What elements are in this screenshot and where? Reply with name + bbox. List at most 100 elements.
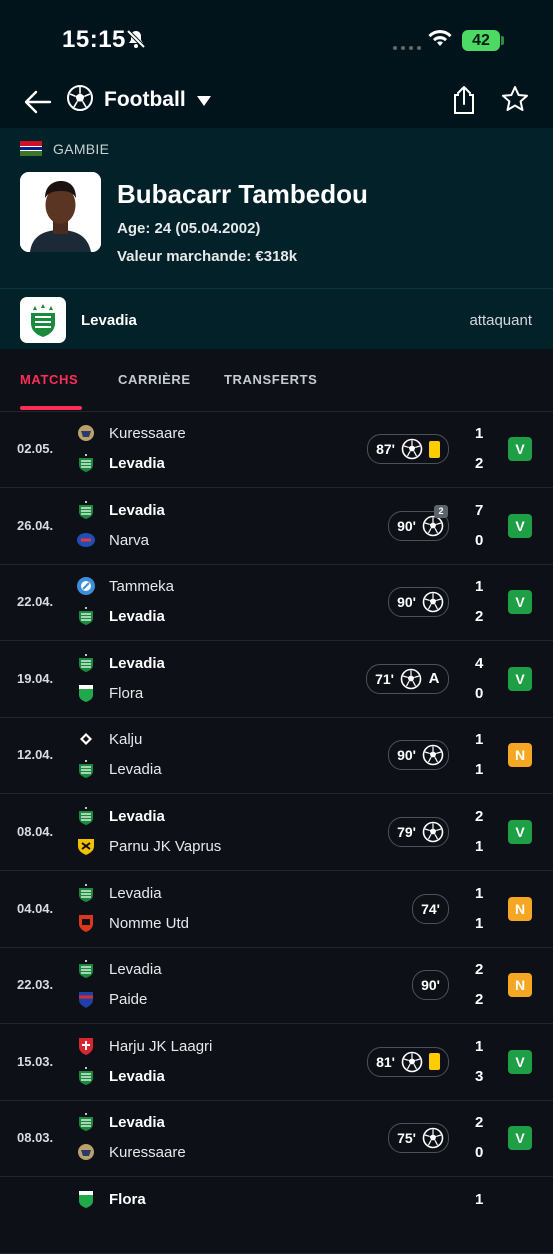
levadia-logo-icon [20,297,66,343]
match-stats: 90' [412,970,449,1001]
minutes-played: 74' [421,900,440,917]
away-score: 1 [475,914,484,932]
sport-selector-label[interactable]: Football [104,88,186,112]
goal-icon [401,438,423,460]
yellow-card-icon [429,440,440,458]
home-score: 1 [475,1037,484,1055]
match-row[interactable]: 04.04. Levadia Nomme Utd 74' 1 1 N [0,871,553,948]
goal-icon: 2 [422,504,448,537]
away-team: Narva [109,531,150,549]
match-row[interactable]: 19.04. Levadia Flora 71' A 4 0 V [0,641,553,718]
minutes-played: 79' [397,824,416,840]
match-row[interactable]: 26.04. Levadia Narva 90' 2 7 0 V [0,488,553,565]
away-team: Parnu JK Vaprus [109,838,222,855]
tab-transfers[interactable]: TRANSFERTS [224,372,317,387]
player-country: GAMBIE [53,141,110,157]
home-team: Levadia [109,654,165,672]
home-score: 1 [475,884,484,902]
minutes-played: 75' [397,1130,416,1147]
home-team: Levadia [109,884,162,902]
tab-career[interactable]: CARRIÈRE [118,372,191,387]
away-team: Levadia [109,761,162,779]
narva-logo-icon [76,530,96,550]
match-row[interactable]: 08.03. Levadia Kuressaare 75' 2 0 V [0,1100,553,1178]
home-score: 7 [475,501,484,519]
result-badge: V [508,666,532,691]
home-score: 2 [475,808,484,825]
home-score: 2 [475,961,484,979]
result-badge: V [508,513,532,538]
goal-icon [422,1127,444,1149]
levadia-logo-icon [76,1066,96,1086]
match-date: 19.04. [17,670,54,686]
player-team-name[interactable]: Levadia [81,312,137,329]
goal-icon [401,1051,423,1073]
player-name: Bubacarr Tambedou [117,179,368,209]
away-team: Levadia [109,608,165,626]
match-row[interactable]: 15.03. Harju JK Laagri Levadia 81' 1 3 V [0,1024,553,1101]
match-stats: 71' A [366,663,449,694]
minutes-played: 87' [376,441,395,457]
battery-icon: 42 [462,30,500,51]
vaprus-logo-icon [76,836,96,856]
match-stats: 87' [367,434,449,464]
home-score: 1 [475,731,484,749]
star-icon[interactable] [500,84,530,119]
match-date: 26.04. [17,517,54,533]
match-date: 12.04. [17,747,54,763]
levadia-logo-icon [76,883,96,903]
match-stats: 90' 2 [388,504,449,541]
away-team: Levadia [109,1067,165,1085]
back-arrow-icon[interactable] [22,86,54,118]
bell-muted-icon [125,28,147,55]
match-row[interactable]: 12.04. Kalju Levadia 90' 1 1 N [0,717,553,795]
goal-icon [422,591,444,613]
kalju-logo-icon [76,729,96,749]
assist-icon: A [428,670,440,688]
away-score: 2 [475,991,484,1009]
away-score: 0 [475,531,484,549]
minutes-played: 81' [376,1053,395,1070]
home-score: 2 [475,1114,484,1132]
away-score: 1 [475,761,484,779]
minutes-played: 71' [375,670,394,687]
result-badge: V [508,1049,532,1074]
home-team: Kalju [109,731,143,749]
away-score: 2 [475,455,484,472]
match-date: 02.05. [17,441,54,456]
player-position: attaquant [469,312,532,329]
match-row[interactable]: Flora 1 [0,1177,553,1254]
flora-logo-icon [76,683,96,703]
levadia-logo-icon [76,500,96,520]
levadia-logo-icon [76,959,96,979]
tab-matches[interactable]: MATCHS [20,372,78,387]
paide-logo-icon [76,989,96,1009]
away-score: 0 [475,684,484,702]
away-score: 2 [475,608,484,626]
match-date: 04.04. [17,900,54,916]
wifi-icon [427,27,453,54]
top-nav: Football [0,80,553,128]
match-row[interactable]: 22.03. Levadia Paide 90' 2 2 N [0,947,553,1025]
away-team: Flora [109,684,144,702]
chevron-down-icon[interactable] [196,94,212,112]
home-team: Levadia [109,501,165,519]
match-date: 08.03. [17,1130,54,1146]
away-score: 0 [475,1144,484,1162]
football-icon[interactable] [66,84,94,117]
home-team: Kuressaare [109,425,186,442]
result-badge: V [508,437,532,461]
home-score: 1 [475,578,484,596]
match-row[interactable]: 02.05. Kuressaare Levadia 87' 1 2 V [0,411,553,488]
match-row[interactable]: 22.04. Tammeka Levadia 90' 1 2 V [0,564,553,642]
away-team: Nomme Utd [109,914,190,932]
share-icon[interactable] [450,84,478,121]
player-header: GAMBIE Bubacarr Tambedou Age: 24 (05.04.… [0,128,553,288]
yellow-card-icon [429,1053,440,1071]
match-row[interactable]: 08.04. Levadia Parnu JK Vaprus 79' 2 1 V [0,794,553,871]
player-team-row[interactable]: Levadia attaquant [0,288,553,350]
away-team: Kuressaare [109,1144,186,1162]
levadia-logo-icon [76,1112,96,1132]
match-stats: 79' [388,817,449,847]
away-score: 1 [475,838,484,855]
